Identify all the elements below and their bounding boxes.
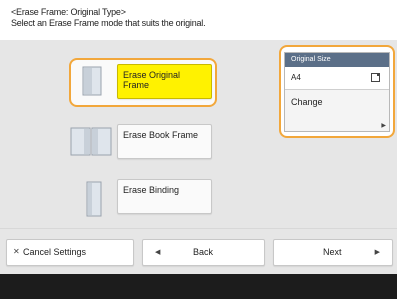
erase-binding-label: Erase Binding (123, 185, 180, 195)
triangle-right-icon: ▶ (374, 249, 380, 256)
erase-book-frame-button[interactable]: Erase Book Frame (117, 124, 212, 159)
next-label: Next (323, 247, 342, 257)
erase-binding-button[interactable]: Erase Binding (117, 179, 212, 214)
header: <Erase Frame: Original Type> Select an E… (0, 0, 397, 40)
screen-title: <Erase Frame: Original Type> (11, 7, 126, 17)
back-button[interactable]: ◀ Back (142, 239, 265, 266)
change-size-button[interactable]: Change ▶ (285, 90, 389, 131)
open-book-icon (70, 127, 112, 156)
status-bar (0, 274, 397, 299)
cancel-settings-label: Cancel Settings (23, 247, 87, 257)
original-size-title: Original Size (285, 53, 389, 67)
original-size-value: A4 (291, 73, 301, 82)
triangle-left-icon: ◀ (155, 249, 161, 256)
back-label: Back (193, 247, 214, 257)
single-document-icon (82, 66, 102, 96)
screen-instruction: Select an Erase Frame mode that suits th… (11, 18, 206, 28)
binding-document-icon (86, 181, 102, 217)
footer-bar: ✕ Cancel Settings ◀ Back Next ▶ (0, 228, 397, 274)
original-size-panel: Original Size A4 Change ▶ (284, 52, 390, 132)
page-orientation-icon (371, 73, 380, 82)
erase-original-frame-button[interactable]: Erase Original Frame (117, 64, 212, 99)
erase-book-frame-label: Erase Book Frame (123, 130, 199, 140)
next-button[interactable]: Next ▶ (273, 239, 393, 266)
cancel-settings-button[interactable]: ✕ Cancel Settings (6, 239, 134, 266)
erase-original-frame-label: Erase Original Frame (123, 70, 181, 90)
change-size-label: Change (291, 97, 323, 107)
triangle-right-icon: ▶ (381, 123, 386, 129)
close-icon: ✕ (13, 247, 20, 256)
